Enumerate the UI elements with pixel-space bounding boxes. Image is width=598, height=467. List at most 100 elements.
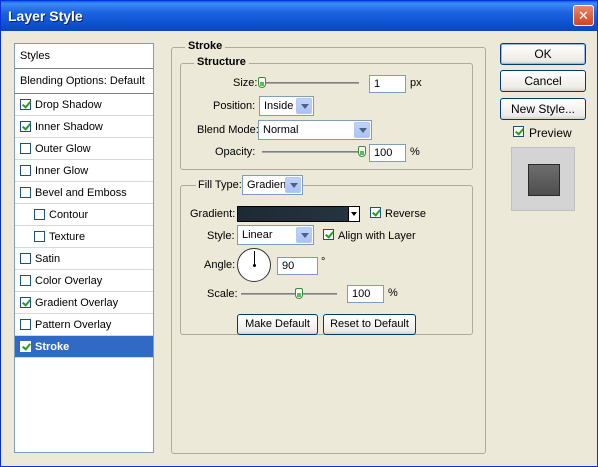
- position-select[interactable]: Inside: [259, 96, 314, 116]
- color-overlay-label: Color Overlay: [35, 275, 103, 287]
- size-slider-thumb[interactable]: [258, 77, 266, 88]
- drop-shadow-label: Drop Shadow: [35, 99, 102, 111]
- scale-label: Scale:: [207, 288, 238, 300]
- gradient-overlay-checkbox[interactable]: [20, 297, 31, 308]
- stroke-checkbox[interactable]: [20, 341, 31, 352]
- satin-checkbox[interactable]: [20, 253, 31, 264]
- style-item-gradient-overlay[interactable]: Gradient Overlay: [15, 292, 153, 314]
- gradient-picker[interactable]: [237, 206, 349, 222]
- pattern-overlay-label: Pattern Overlay: [35, 319, 112, 331]
- size-input[interactable]: 1: [369, 75, 406, 93]
- inner-shadow-label: Inner Shadow: [35, 121, 103, 133]
- drop-shadow-checkbox[interactable]: [20, 99, 31, 110]
- opacity-slider-thumb[interactable]: [358, 146, 366, 157]
- reverse-label: Reverse: [385, 208, 426, 220]
- angle-dial[interactable]: [237, 248, 271, 282]
- scale-slider-thumb[interactable]: [294, 288, 303, 299]
- style-select[interactable]: Linear: [237, 225, 314, 245]
- blend-mode-select[interactable]: Normal: [258, 120, 372, 140]
- satin-label: Satin: [35, 253, 61, 265]
- opacity-input[interactable]: 100: [369, 144, 406, 162]
- style-item-color-overlay[interactable]: Color Overlay: [15, 270, 153, 292]
- style-item-texture[interactable]: Texture: [15, 226, 153, 248]
- new-style-button[interactable]: New Style...: [500, 98, 586, 120]
- styles-header-label: Styles: [20, 50, 50, 62]
- chevron-down-icon: [285, 177, 301, 193]
- opacity-label: Opacity:: [215, 146, 256, 158]
- size-slider-track[interactable]: [262, 82, 359, 84]
- chevron-down-icon: [354, 122, 370, 138]
- scale-input[interactable]: 100: [347, 285, 384, 303]
- style-value: Linear: [242, 229, 273, 241]
- outer-glow-checkbox[interactable]: [20, 143, 31, 154]
- size-label: Size:: [233, 77, 258, 89]
- preview-thumbnail: [511, 147, 575, 211]
- blend-mode-value: Normal: [263, 124, 299, 136]
- pattern-overlay-checkbox[interactable]: [20, 319, 31, 330]
- stroke-group-title: Stroke: [185, 40, 226, 52]
- blending-options-item[interactable]: Blending Options: Default: [15, 69, 153, 94]
- cancel-button[interactable]: Cancel: [500, 70, 586, 92]
- bevel-emboss-checkbox[interactable]: [20, 187, 31, 198]
- ok-button[interactable]: OK: [500, 43, 586, 65]
- styles-list: Styles Blending Options: Default Drop Sh…: [14, 43, 154, 453]
- gradient-dropdown-button[interactable]: [348, 206, 360, 222]
- color-overlay-checkbox[interactable]: [20, 275, 31, 286]
- scale-unit: %: [388, 287, 398, 299]
- preview-checkbox[interactable]: [513, 126, 524, 137]
- fill-type-select[interactable]: Gradient: [242, 175, 303, 195]
- align-with-layer-checkbox[interactable]: [323, 229, 334, 240]
- style-item-bevel-emboss[interactable]: Bevel and Emboss: [15, 182, 153, 204]
- style-item-inner-glow[interactable]: Inner Glow: [15, 160, 153, 182]
- title-bar: Layer Style ✕: [1, 1, 597, 31]
- blending-options-label: Blending Options: Default: [20, 75, 145, 87]
- angle-label: Angle:: [204, 259, 236, 271]
- close-button[interactable]: ✕: [573, 5, 594, 26]
- style-item-satin[interactable]: Satin: [15, 248, 153, 270]
- style-item-inner-shadow[interactable]: Inner Shadow: [15, 116, 153, 138]
- contour-label: Contour: [49, 209, 89, 221]
- fill-type-value: Gradient: [247, 179, 290, 191]
- opacity-unit: %: [410, 146, 420, 158]
- inner-glow-label: Inner Glow: [35, 165, 89, 177]
- dialog-content: Styles Blending Options: Default Drop Sh…: [1, 31, 597, 466]
- outer-glow-label: Outer Glow: [35, 143, 91, 155]
- styles-header[interactable]: Styles: [15, 44, 153, 69]
- contour-checkbox[interactable]: [34, 209, 45, 220]
- layer-style-dialog: Layer Style ✕ Styles Blending Options: D…: [0, 0, 598, 467]
- blend-mode-label: Blend Mode:: [197, 124, 259, 136]
- style-item-drop-shadow[interactable]: Drop Shadow: [15, 94, 153, 116]
- opacity-slider-track[interactable]: [262, 151, 362, 153]
- style-label: Style:: [207, 230, 235, 242]
- angle-unit: °: [321, 256, 326, 268]
- reset-to-default-button[interactable]: Reset to Default: [323, 314, 416, 335]
- gradient-overlay-label: Gradient Overlay: [35, 297, 119, 309]
- size-unit: px: [410, 77, 422, 89]
- texture-label: Texture: [49, 231, 86, 243]
- structure-group-title: Structure: [194, 56, 249, 68]
- fill-type-label: Fill Type:: [196, 179, 244, 191]
- window-title: Layer Style: [8, 8, 83, 24]
- gradient-label: Gradient:: [190, 208, 236, 220]
- make-default-button[interactable]: Make Default: [237, 314, 318, 335]
- position-label: Position:: [213, 100, 256, 112]
- inner-glow-checkbox[interactable]: [20, 165, 31, 176]
- reverse-checkbox[interactable]: [370, 207, 381, 218]
- align-with-layer-label: Align with Layer: [338, 230, 416, 242]
- style-item-stroke[interactable]: Stroke: [15, 336, 153, 358]
- preview-swatch: [528, 164, 560, 196]
- bevel-emboss-label: Bevel and Emboss: [35, 187, 127, 199]
- scale-slider-track[interactable]: [241, 293, 337, 295]
- position-value: Inside: [264, 100, 294, 112]
- angle-input[interactable]: 90: [277, 257, 318, 275]
- chevron-down-icon: [296, 227, 312, 243]
- style-item-contour[interactable]: Contour: [15, 204, 153, 226]
- style-item-pattern-overlay[interactable]: Pattern Overlay: [15, 314, 153, 336]
- chevron-down-icon: [296, 98, 312, 114]
- inner-shadow-checkbox[interactable]: [20, 121, 31, 132]
- style-item-outer-glow[interactable]: Outer Glow: [15, 138, 153, 160]
- close-icon: ✕: [578, 8, 589, 23]
- texture-checkbox[interactable]: [34, 231, 45, 242]
- preview-label: Preview: [529, 126, 572, 140]
- stroke-label: Stroke: [35, 341, 70, 353]
